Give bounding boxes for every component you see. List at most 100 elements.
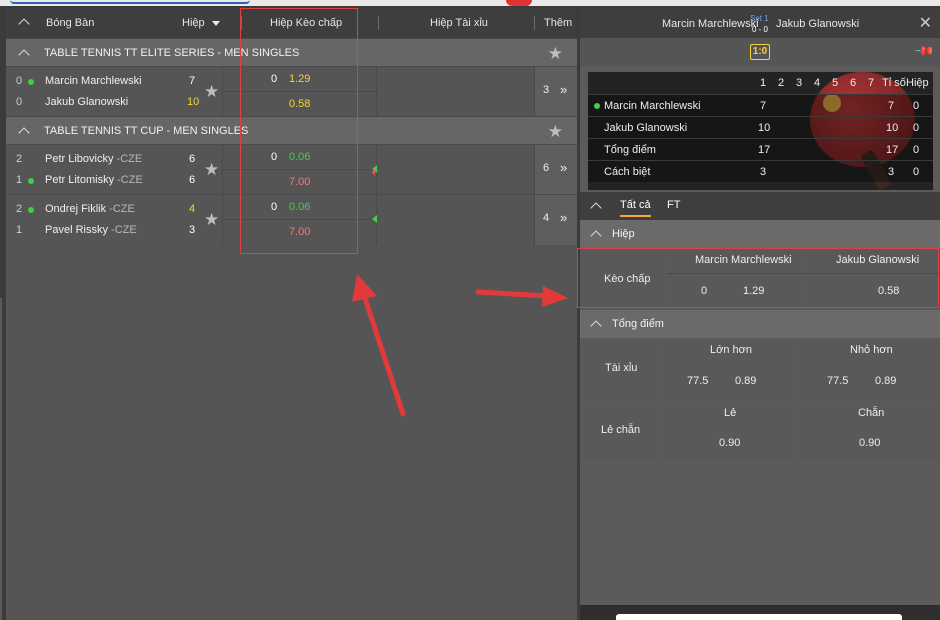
- scoreboard-player: Jakub Glanowski: [604, 122, 688, 134]
- odds-value[interactable]: 0.90: [859, 437, 880, 449]
- p1-score: 4: [189, 203, 196, 215]
- more-markets-button[interactable]: 3 »: [534, 67, 577, 117]
- scoreboard-row: Jakub Glanowski 10 10 0: [588, 116, 933, 138]
- pin-icon[interactable]: 📌: [913, 40, 935, 63]
- line-value: 77.5: [687, 375, 709, 387]
- total-score: 3: [888, 166, 895, 178]
- p2-sets: 1: [16, 224, 23, 236]
- chevron-up-icon: [590, 320, 602, 332]
- game-col: 5: [832, 77, 839, 89]
- home-player-name: Marcin Marchlewski: [662, 18, 759, 30]
- section-title: Tổng điểm: [612, 318, 664, 330]
- more-markets-button[interactable]: 6 »: [534, 145, 577, 195]
- game-col: 7: [868, 77, 875, 89]
- game-col: 3: [796, 77, 803, 89]
- bottom-bar: [580, 605, 940, 620]
- player-name-text: Petr Litomisky: [45, 174, 115, 186]
- chevron-up-icon[interactable]: [18, 127, 30, 139]
- browser-top-strip: [0, 0, 940, 6]
- player-country: -CZE: [107, 224, 137, 236]
- player-country: -CZE: [114, 174, 143, 186]
- odds-value[interactable]: 0.89: [735, 375, 756, 387]
- player-name-text: Jakub Glanowski: [45, 96, 129, 108]
- player-name-text: Petr Libovicky: [45, 153, 114, 165]
- section-title: Hiệp: [612, 228, 635, 240]
- p1-sets: 2: [16, 153, 23, 165]
- player-name[interactable]: Marcin Marchlewski: [45, 75, 142, 87]
- browser-tab-marker: [506, 0, 532, 6]
- total-score: 7: [888, 100, 895, 112]
- sets-col: Hiệp: [906, 77, 929, 89]
- p2-sets: 1: [16, 174, 23, 186]
- chevron-up-icon[interactable]: [18, 49, 30, 61]
- player-name[interactable]: Pavel Rissky -CZE: [45, 224, 137, 236]
- double-chevron-right-icon: »: [560, 210, 568, 225]
- market-label-cell: Lẻ chẵn: [580, 401, 656, 461]
- odds-value[interactable]: 0.90: [719, 437, 740, 449]
- set-score: 0 - 0: [752, 25, 769, 34]
- section-period[interactable]: Hiệp: [580, 220, 940, 248]
- player-name[interactable]: Petr Litomisky -CZE: [45, 174, 143, 186]
- more-count: 3: [543, 84, 550, 96]
- p1-sets: 0: [16, 75, 23, 87]
- odds-cell[interactable]: Chẵn 0.90: [798, 401, 940, 461]
- game-score: 7: [760, 100, 767, 112]
- game-score: 10: [758, 122, 771, 134]
- p1-score: 6: [189, 153, 196, 165]
- player-name[interactable]: Petr Libovicky -CZE: [45, 153, 142, 165]
- selection-label: Lớn hơn: [710, 344, 752, 356]
- collapse-all-chevron-icon[interactable]: [18, 18, 30, 31]
- p1-sets: 2: [16, 203, 23, 215]
- period-dropdown[interactable]: Hiệp: [182, 17, 220, 29]
- game-col: 2: [778, 77, 785, 89]
- double-chevron-right-icon: »: [560, 160, 568, 175]
- favorite-star-icon[interactable]: ★: [548, 44, 563, 64]
- favorite-star-icon[interactable]: ★: [204, 160, 219, 180]
- odds-up-indicator-icon: [372, 215, 377, 223]
- close-icon[interactable]: ✕: [919, 13, 932, 33]
- sets-score: 0: [913, 122, 920, 134]
- sport-header: Bóng Bàn: [46, 17, 95, 29]
- odds-value[interactable]: 0.89: [875, 375, 896, 387]
- section-total-points[interactable]: Tổng điểm: [580, 310, 940, 338]
- market-tabs: Tất cả FT: [580, 192, 940, 220]
- tab-all[interactable]: Tất cả: [620, 199, 651, 217]
- panel-edge: [0, 298, 2, 620]
- double-chevron-right-icon: »: [560, 82, 568, 97]
- market-label: Tài xỉu: [605, 362, 638, 374]
- market-label-cell: Tài xỉu: [580, 338, 656, 400]
- game-score: 3: [760, 166, 767, 178]
- odds-down-indicator-icon: [372, 168, 375, 176]
- more-header: Thêm: [544, 17, 573, 29]
- score-line: 1:0 📌: [580, 38, 940, 66]
- total-score: 17: [886, 144, 899, 156]
- odds-cell[interactable]: Lớn hơn 77.5 0.89: [657, 338, 797, 400]
- player-name[interactable]: Jakub Glanowski: [45, 96, 128, 108]
- chevron-up-icon[interactable]: [590, 202, 602, 214]
- scoreboard-label: Cách biệt: [604, 166, 651, 178]
- more-markets-button[interactable]: 4 »: [534, 195, 577, 245]
- odds-cell[interactable]: Lẻ 0.90: [657, 401, 797, 461]
- favorite-star-icon[interactable]: ★: [204, 210, 219, 230]
- more-count: 4: [543, 212, 550, 224]
- player-country: -CZE: [113, 153, 143, 165]
- favorite-star-icon[interactable]: ★: [548, 122, 563, 142]
- sets-score: 0: [913, 166, 920, 178]
- tab-ft[interactable]: FT: [667, 199, 680, 211]
- bottom-input-bar[interactable]: [616, 614, 902, 620]
- away-player-name: Jakub Glanowski: [776, 18, 860, 30]
- player-name[interactable]: Ondrej Fiklik -CZE: [45, 203, 135, 215]
- period-dropdown-label: Hiệp: [182, 17, 205, 29]
- match-score-badge: 1:0: [750, 44, 770, 60]
- match-detail-panel: Marcin Marchlewski Set 1 0 - 0 Jakub Gla…: [580, 8, 940, 620]
- player-name-text: Ondrej Fiklik: [45, 203, 107, 215]
- browser-tab-edge: [10, 0, 250, 4]
- scoreboard-row: Tổng điểm 17 17 0: [588, 138, 933, 160]
- set-label: Set 1: [750, 14, 769, 23]
- p2-score: 3: [189, 224, 196, 236]
- odds-cell[interactable]: Nhỏ hơn 77.5 0.89: [798, 338, 940, 400]
- scoreboard-player: Marcin Marchlewski: [604, 100, 701, 112]
- highlight-box-handicap-market: [577, 248, 939, 308]
- favorite-star-icon[interactable]: ★: [204, 82, 219, 102]
- overunder-header: Hiệp Tài xỉu: [430, 17, 488, 29]
